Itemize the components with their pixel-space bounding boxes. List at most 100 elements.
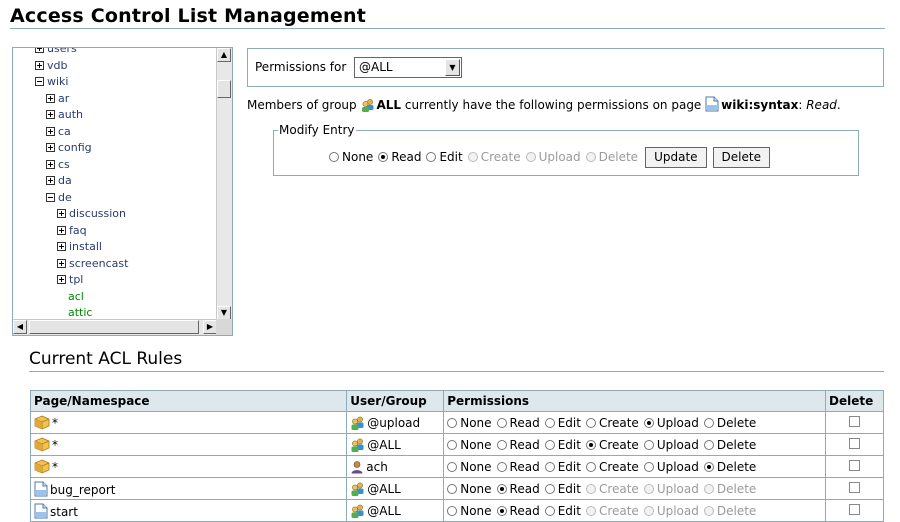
modify-radio-edit[interactable] — [426, 152, 437, 162]
acl-radio-create[interactable] — [585, 439, 596, 450]
scroll-up-arrow-icon[interactable]: ▲ — [217, 48, 231, 62]
tree-node-label: attic — [68, 306, 93, 319]
tree-horizontal-scrollbar[interactable]: ◀ ▶ — [13, 319, 217, 335]
expand-plus-icon[interactable] — [46, 126, 55, 136]
acl-user-cell: @ALL — [346, 477, 445, 500]
acl-radio-create[interactable] — [585, 461, 596, 472]
modify-radio-none[interactable] — [329, 152, 339, 162]
namespace-tree[interactable]: users vdb wiki ar auth ca config cs da de discussi… — [12, 47, 233, 336]
acl-radio-label: Edit — [557, 503, 581, 518]
acl-radio-read[interactable] — [496, 483, 507, 494]
expand-plus-icon[interactable] — [46, 110, 55, 119]
acl-page-label[interactable]: start — [50, 505, 78, 519]
tree-namespace-tpl[interactable]: tpl — [57, 273, 83, 287]
modify-radio-label: Edit — [439, 150, 463, 164]
acl-radio-read[interactable] — [496, 505, 507, 516]
delete-checkbox[interactable] — [848, 481, 860, 493]
acl-user-label: ach — [366, 459, 388, 474]
tree-namespace-screencast[interactable]: screencast — [57, 257, 128, 271]
acl-radio-delete[interactable] — [703, 417, 714, 428]
tree-page-attic[interactable]: attic — [68, 306, 92, 320]
acl-radio-delete[interactable] — [703, 439, 714, 450]
expand-plus-icon[interactable] — [46, 93, 55, 103]
user-group-select[interactable]: @ALL ▼ — [354, 57, 462, 78]
acl-page-label[interactable]: * — [52, 416, 58, 430]
expand-plus-icon[interactable] — [35, 60, 44, 70]
collapse-minus-icon[interactable] — [35, 77, 44, 86]
scroll-left-arrow-icon[interactable]: ◀ — [13, 320, 27, 334]
scroll-down-arrow-icon[interactable]: ▼ — [217, 306, 231, 320]
scroll-right-arrow-icon[interactable]: ▶ — [203, 320, 217, 334]
table-row: * @upload None Read Edit Create Upload Delete — [29, 411, 885, 434]
delete-checkbox[interactable] — [848, 503, 860, 515]
update-button[interactable]: Update — [645, 147, 707, 168]
acl-radio-edit[interactable] — [544, 417, 555, 428]
group-icon — [350, 482, 367, 496]
hscroll-thumb[interactable] — [29, 320, 199, 334]
acl-page-label[interactable]: bug_report — [50, 483, 116, 497]
group-icon — [361, 99, 373, 112]
acl-radio-read[interactable] — [496, 439, 507, 450]
tree-namespace-wiki[interactable]: wiki — [35, 75, 68, 89]
tree-namespace-vdb[interactable]: vdb — [35, 59, 67, 73]
tree-namespace-faq[interactable]: faq — [57, 224, 87, 238]
tree-namespace-users[interactable]: users — [35, 48, 77, 56]
tree-namespace-de[interactable]: de — [46, 191, 72, 205]
page-icon — [34, 503, 50, 519]
expand-plus-icon[interactable] — [57, 242, 66, 251]
tree-namespace-config[interactable]: config — [46, 141, 92, 155]
acl-user-label: @ALL — [367, 503, 401, 518]
tree-namespace-ca[interactable]: ca — [46, 125, 71, 139]
acl-page-label[interactable]: * — [52, 460, 58, 474]
tree-namespace-ar[interactable]: ar — [46, 92, 69, 106]
acl-radio-none[interactable] — [447, 439, 458, 450]
acl-radio-read[interactable] — [496, 461, 507, 472]
acl-radio-edit[interactable] — [544, 483, 555, 494]
tree-namespace-install[interactable]: install — [57, 240, 102, 254]
expand-plus-icon[interactable] — [46, 176, 55, 185]
group-icon — [350, 504, 367, 518]
modify-radio-read[interactable] — [378, 152, 389, 162]
expand-plus-icon[interactable] — [57, 225, 66, 235]
delete-checkbox[interactable] — [848, 415, 860, 427]
scroll-thumb[interactable] — [217, 80, 231, 98]
tree-vertical-scrollbar[interactable]: ▲ ▼ — [216, 48, 232, 320]
tree-page-acl[interactable]: acl — [68, 290, 84, 304]
delete-button[interactable]: Delete — [712, 147, 770, 168]
acl-radio-upload[interactable] — [643, 417, 654, 428]
expand-plus-icon[interactable] — [57, 209, 66, 218]
expand-plus-icon[interactable] — [35, 48, 44, 53]
acl-radio-upload[interactable] — [643, 439, 654, 450]
modify-radio-delete — [585, 152, 596, 162]
acl-radio-create[interactable] — [585, 417, 596, 428]
tree-namespace-da[interactable]: da — [46, 174, 72, 188]
expand-plus-icon[interactable] — [46, 159, 55, 169]
delete-checkbox[interactable] — [848, 459, 860, 471]
tree-namespace-auth[interactable]: auth — [46, 108, 83, 122]
acl-radio-none[interactable] — [447, 483, 458, 494]
acl-radio-edit[interactable] — [544, 439, 555, 450]
acl-radio-read[interactable] — [496, 417, 507, 428]
expand-plus-icon[interactable] — [57, 258, 66, 268]
acl-radio-none[interactable] — [447, 505, 458, 516]
namespace-icon — [34, 459, 52, 474]
column-header-permissions: Permissions — [443, 390, 826, 412]
acl-radio-delete[interactable] — [703, 461, 714, 472]
tree-namespace-cs[interactable]: cs — [46, 158, 70, 172]
acl-permissions-cell: None Read Edit Create Upload Delete — [443, 455, 826, 478]
acl-page-label[interactable]: * — [52, 438, 58, 452]
acl-radio-none[interactable] — [447, 417, 458, 428]
acl-radio-edit[interactable] — [544, 461, 555, 472]
expand-plus-icon[interactable] — [46, 143, 55, 152]
acl-radio-upload[interactable] — [643, 461, 654, 472]
chevron-down-icon[interactable]: ▼ — [445, 59, 460, 76]
acl-radio-none[interactable] — [447, 461, 458, 472]
acl-radio-label: Edit — [557, 415, 581, 430]
tree-namespace-discussion[interactable]: discussion — [57, 207, 126, 221]
expand-plus-icon[interactable] — [57, 275, 66, 284]
acl-radio-label: Read — [509, 459, 540, 474]
acl-radio-label: Create — [598, 503, 639, 518]
delete-checkbox[interactable] — [848, 437, 860, 449]
acl-radio-edit[interactable] — [544, 505, 555, 516]
collapse-minus-icon[interactable] — [46, 192, 55, 202]
